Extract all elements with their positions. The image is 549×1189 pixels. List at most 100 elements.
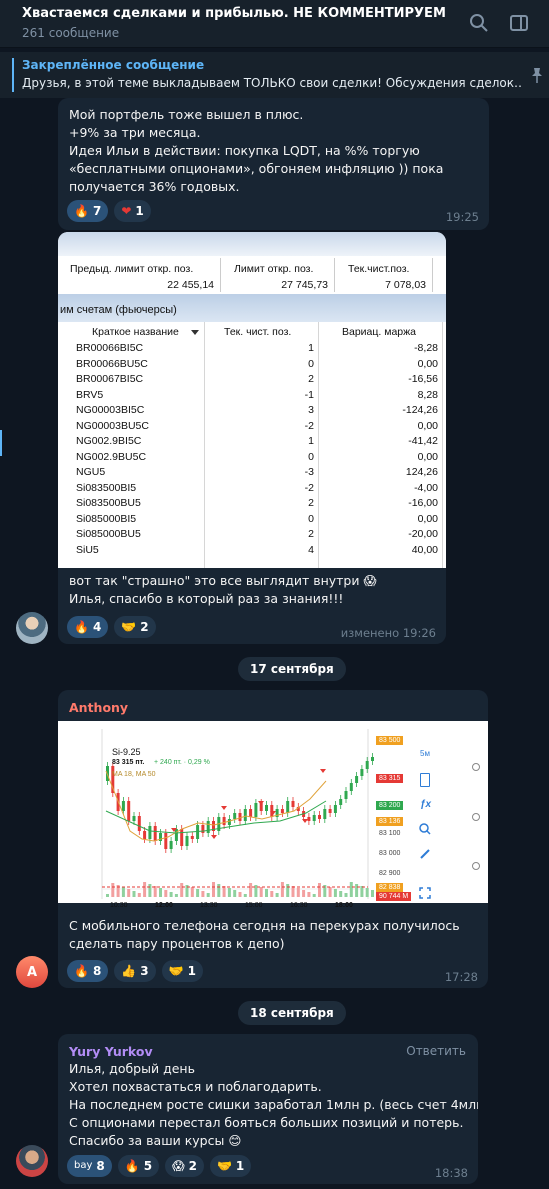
candle — [127, 801, 131, 821]
reaction-fire[interactable]: 🔥 5 — [117, 1155, 160, 1177]
pinned-accent-bar — [12, 58, 14, 92]
message-bubble[interactable]: Мой портфель тоже вышел в плюс. +9% за т… — [58, 98, 489, 230]
volume-bar — [190, 887, 194, 897]
column-header[interactable]: Вариац. маржа — [342, 326, 416, 338]
sidebar-toggle-icon[interactable] — [508, 12, 530, 34]
message-bubble[interactable]: Yury Yurkov Ответить Илья, добрый день Х… — [58, 1034, 478, 1184]
chart-screenshot[interactable]: Si-9.25 83 315 пт. + 240 пт. · 0,29 % MA… — [58, 721, 488, 909]
volume-bar — [259, 887, 263, 897]
instrument-cell: BR00066BU5C — [76, 357, 148, 370]
price-tag: 90 744 М — [376, 892, 412, 901]
radio-icon[interactable] — [472, 862, 480, 870]
author-name[interactable]: Anthony — [69, 700, 128, 715]
reaction-fire[interactable]: 🔥 4 — [67, 616, 109, 638]
draw-icon[interactable] — [419, 848, 431, 860]
candles-icon[interactable] — [420, 773, 430, 787]
indicators-icon[interactable]: ƒx — [420, 799, 431, 810]
avatar[interactable] — [16, 612, 48, 644]
volume-bar — [153, 886, 157, 897]
avatar[interactable] — [16, 1145, 48, 1177]
avatar[interactable]: A — [16, 956, 48, 988]
pinned-text: Друзья, в этой теме выкладываем ТОЛЬКО с… — [22, 76, 522, 90]
handshake-icon: 🤝 — [121, 620, 137, 634]
zoom-icon[interactable] — [419, 823, 431, 835]
author-name[interactable]: Yury Yurkov — [69, 1044, 153, 1059]
reaction-heart[interactable]: ❤ 1 — [114, 200, 151, 222]
volume-bar — [121, 887, 125, 897]
message-line: С опционами перестал бояться больших поз… — [69, 1115, 464, 1130]
price-tag: 83 000 — [379, 850, 401, 857]
reaction-bay[interactable]: bay 8 — [67, 1155, 112, 1177]
position-cell: -2 — [304, 419, 314, 432]
reply-button[interactable]: Ответить — [406, 1044, 466, 1058]
radio-icon[interactable] — [472, 763, 480, 771]
candle — [286, 801, 290, 813]
reaction-count: 1 — [187, 964, 196, 978]
reaction-count: 7 — [92, 204, 102, 218]
reactions: 🔥 4 🤝 2 — [67, 616, 156, 638]
volume-bar — [275, 893, 279, 897]
fire-icon: 🔥 — [124, 1159, 140, 1173]
candle — [148, 826, 152, 839]
message-time: 19:25 — [445, 210, 479, 224]
volume-bar — [217, 884, 221, 897]
instrument-cell: Si083500BI5 — [76, 481, 137, 494]
volume-bar — [127, 889, 131, 897]
volume-bar — [355, 884, 359, 897]
column-header[interactable]: Краткое название — [92, 326, 179, 338]
message-bubble[interactable]: Предыд. лимит откр. поз. Лимит откр. поз… — [58, 232, 446, 644]
candle — [344, 791, 348, 799]
reaction-scream[interactable]: 😱 2 — [165, 1155, 204, 1177]
candle — [185, 836, 189, 846]
instrument-cell: NGU5 — [76, 466, 106, 478]
instrument-cell: NG002.9BU5C — [76, 450, 147, 463]
candle — [206, 821, 210, 833]
expand-icon[interactable] — [419, 887, 431, 899]
candle — [365, 761, 369, 769]
volume-bar — [371, 890, 374, 897]
date-separator: 18 сентября — [238, 1001, 346, 1025]
volume-bar — [206, 893, 210, 897]
reaction-handshake[interactable]: 🤝 2 — [114, 616, 156, 638]
portfolio-screenshot[interactable]: Предыд. лимит откр. поз. Лимит откр. поз… — [58, 232, 446, 568]
price-tag: 82 838 — [376, 883, 404, 892]
message-bubble[interactable]: Anthony Si-9.25 83 315 пт. + 240 пт. · 0… — [58, 690, 488, 988]
message-line: На последнем росте сишки заработал 1млн … — [69, 1097, 478, 1112]
x-tick-label: 13:30 — [200, 902, 218, 909]
candle — [233, 813, 237, 819]
volume-bar — [137, 893, 141, 897]
pinned-message[interactable]: Закреплённое сообщение Друзья, в этой те… — [0, 52, 549, 98]
value-cell: 22 455,14 — [167, 279, 214, 291]
divider — [334, 258, 335, 292]
date-separator: 17 сентября — [238, 657, 346, 681]
candle — [318, 815, 321, 819]
reaction-handshake[interactable]: 🤝 1 — [209, 1155, 252, 1177]
message-time: изменено 19:26 — [340, 626, 436, 640]
volume-bar — [132, 891, 136, 897]
search-icon[interactable] — [468, 12, 490, 34]
sort-desc-icon[interactable] — [191, 330, 199, 335]
reaction-fire[interactable]: 🔥 7 — [67, 200, 109, 222]
volume-bar — [164, 890, 168, 897]
volume-bar — [169, 892, 173, 897]
instrument-cell: Si085000BU5 — [76, 528, 141, 540]
column-header[interactable]: Тек. чист. поз. — [224, 326, 291, 338]
timeframe-button[interactable]: 5м — [420, 749, 430, 758]
candle — [190, 836, 194, 839]
message-line: Мой портфель тоже вышел в плюс. — [69, 107, 304, 122]
radio-icon[interactable] — [472, 813, 480, 821]
reaction-fire[interactable]: 🔥 8 — [67, 960, 109, 982]
pinned-label: Закреплённое сообщение — [22, 58, 205, 72]
position-cell: 0 — [308, 512, 314, 525]
reaction-handshake[interactable]: 🤝 1 — [161, 960, 203, 982]
scream-icon: 😱 — [172, 1159, 185, 1173]
price-tag: 83 136 — [376, 817, 404, 826]
instrument-cell: BR00066BI5C — [76, 342, 144, 354]
pin-icon[interactable] — [531, 66, 543, 84]
x-tick-label: 10:30 — [110, 902, 128, 909]
reaction-thumbs-up[interactable]: 👍 3 — [114, 960, 156, 982]
volume-bar — [349, 882, 353, 897]
volume-bar — [302, 890, 306, 897]
reaction-count: 2 — [188, 1159, 197, 1173]
volume-bar — [111, 883, 115, 897]
